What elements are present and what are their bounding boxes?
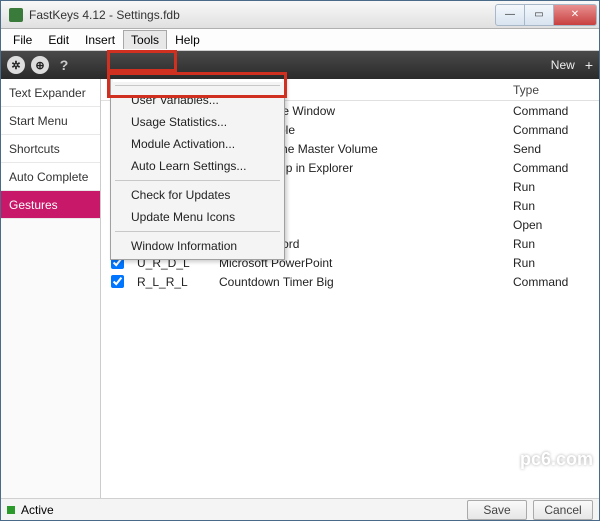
menu-help[interactable]: Help [167,30,208,50]
menu-edit[interactable]: Edit [40,30,77,50]
table-row[interactable]: R_L_R_LCountdown Timer BigCommand [101,272,599,291]
menubar: File Edit Insert Tools Help [1,29,599,51]
body: Text Expander Start Menu Shortcuts Auto … [1,79,599,498]
window-buttons: — ▭ ✕ [496,4,597,26]
sidebar-item-auto-complete[interactable]: Auto Complete [1,163,100,191]
sidebar-label: Shortcuts [9,142,60,156]
statusbar: Active Save Cancel [1,498,599,520]
row-type: Run [509,256,599,270]
help-icon[interactable]: ? [55,56,73,74]
titlebar: FastKeys 4.12 - Settings.fdb — ▭ ✕ [1,1,599,29]
row-type: Open [509,218,599,232]
gear-icon[interactable]: ✲ [7,56,25,74]
dropdown-module-activation[interactable]: Module Activation... [113,133,282,155]
dropdown-auto-learn[interactable]: Auto Learn Settings... [113,155,282,177]
sidebar: Text Expander Start Menu Shortcuts Auto … [1,79,101,498]
dropdown-window-info[interactable]: Window Information [113,235,282,257]
sidebar-item-start-menu[interactable]: Start Menu [1,107,100,135]
minimize-button[interactable]: — [495,4,525,26]
dropdown-separator [115,231,280,232]
dropdown-separator [115,180,280,181]
row-type: Send [509,142,599,156]
dropdown-separator [115,85,280,86]
row-name: R_L_R_L [133,275,215,289]
sidebar-label: Gestures [9,198,58,212]
row-type: Command [509,161,599,175]
menu-tools[interactable]: Tools [123,30,167,49]
col-type[interactable]: Type [509,83,599,97]
sidebar-item-text-expander[interactable]: Text Expander [1,79,100,107]
plus-icon[interactable]: + [585,57,593,73]
maximize-button[interactable]: ▭ [524,4,554,26]
new-button[interactable]: New [547,58,579,72]
sidebar-item-gestures[interactable]: Gestures [1,191,100,219]
row-type: Run [509,237,599,251]
toolbar: ✲ ⊕ ? New + [1,51,599,79]
menu-insert[interactable]: Insert [77,30,123,50]
sidebar-label: Text Expander [9,86,86,100]
status-text: Active [21,503,54,517]
app-window: FastKeys 4.12 - Settings.fdb — ▭ ✕ File … [0,0,600,521]
dropdown-preferences[interactable]: Preferences... [113,79,282,82]
row-type: Command [509,123,599,137]
globe-icon[interactable]: ⊕ [31,56,49,74]
sidebar-label: Start Menu [9,114,68,128]
row-type: Command [509,104,599,118]
sidebar-item-shortcuts[interactable]: Shortcuts [1,135,100,163]
row-type: Command [509,275,599,289]
window-title: FastKeys 4.12 - Settings.fdb [29,8,496,22]
dropdown-check-updates[interactable]: Check for Updates [113,184,282,206]
main-panel: scription Type nimize Active WindowComma… [101,79,599,498]
menu-file[interactable]: File [5,30,40,50]
save-button[interactable]: Save [467,500,527,520]
row-desc: Countdown Timer Big [215,275,509,289]
dropdown-user-variables[interactable]: User Variables... [113,89,282,111]
row-type: Run [509,180,599,194]
close-button[interactable]: ✕ [553,4,597,26]
dropdown-update-icons[interactable]: Update Menu Icons [113,206,282,228]
row-checkbox[interactable] [111,275,124,288]
cancel-button[interactable]: Cancel [533,500,593,520]
tools-dropdown: Preferences... User Variables... Usage S… [110,79,285,260]
row-type: Run [509,199,599,213]
dropdown-usage-statistics[interactable]: Usage Statistics... [113,111,282,133]
status-indicator-icon [7,506,15,514]
app-icon [9,8,23,22]
sidebar-label: Auto Complete [9,170,88,184]
